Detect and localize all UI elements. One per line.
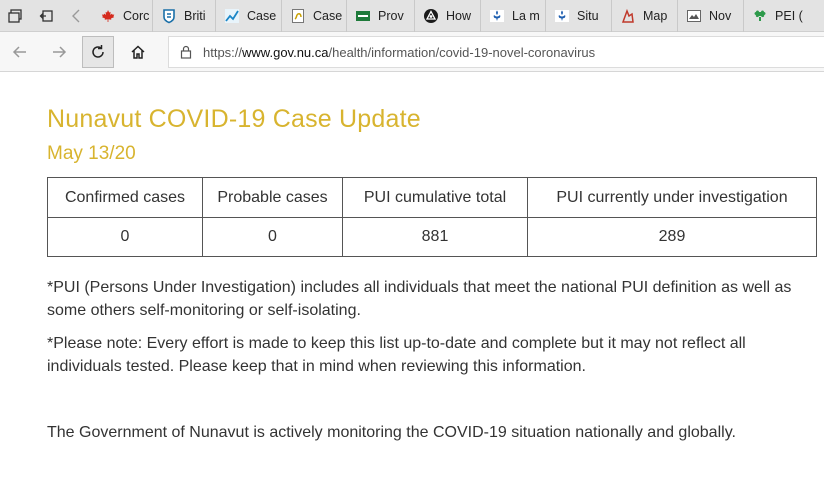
pui-definition-note: *PUI (Persons Under Investigation) inclu…: [47, 279, 792, 319]
tab-label: Map: [643, 9, 668, 23]
url-path: /health/information/covid-19-novel-coron…: [328, 44, 596, 60]
ontario-trillium-icon: [423, 8, 439, 24]
tab-7[interactable]: La m: [481, 0, 547, 32]
navigation-bar: https://www.gov.nu.ca/health/information…: [0, 32, 824, 72]
set-tabs-aside-icon[interactable]: [31, 0, 62, 32]
case-table: Confirmed cases Probable cases PUI cumul…: [47, 177, 817, 257]
green-banner-icon: [355, 8, 371, 24]
quebec-flag-icon: [554, 8, 570, 24]
tab-11[interactable]: PEI (: [744, 0, 824, 32]
cell-confirmed-cases: 0: [47, 217, 203, 257]
tab-strip: Corc Briti Case Case Prov How La m Situ …: [0, 0, 824, 32]
home-button[interactable]: [122, 36, 154, 68]
refresh-button[interactable]: [82, 36, 114, 68]
tab-label: Nov: [709, 9, 732, 23]
page-content: Nunavut COVID-19 Case Update May 13/20 C…: [47, 72, 824, 444]
address-bar[interactable]: https://www.gov.nu.ca/health/information…: [168, 36, 824, 68]
tab-1[interactable]: Corc: [92, 0, 154, 32]
scroll-tabs-left-icon[interactable]: [61, 0, 92, 32]
quebec-flag-icon: [489, 8, 505, 24]
cell-pui-current: 289: [527, 217, 817, 257]
canada-flag-icon: [100, 8, 116, 24]
image-icon: [686, 8, 702, 24]
tab-label: PEI (: [775, 9, 803, 23]
bc-shield-icon: [161, 8, 177, 24]
chart-line-icon: [224, 8, 240, 24]
back-button[interactable]: [4, 36, 36, 68]
monitoring-statement: The Government of Nunavut is actively mo…: [47, 424, 736, 441]
tab-label: La m: [512, 9, 540, 23]
map-icon: [620, 8, 636, 24]
tab-label: Situ: [577, 9, 599, 23]
tab-5[interactable]: Prov: [347, 0, 416, 32]
update-date: May 13/20: [47, 143, 136, 164]
cell-pui-cumulative-total: 881: [342, 217, 528, 257]
tab-label: Prov: [378, 9, 404, 23]
table-row: 0 0 881 289: [47, 217, 817, 257]
tab-label: Case: [313, 9, 343, 23]
url-host: www.gov.nu.ca: [242, 44, 329, 60]
pei-tree-icon: [752, 8, 768, 24]
header-pui-current: PUI currently under investigation: [527, 177, 817, 218]
tab-manager-icon[interactable]: [0, 0, 31, 32]
url-text: https://www.gov.nu.ca/health/information…: [203, 45, 595, 60]
tab-10[interactable]: Nov: [678, 0, 745, 32]
tab-6[interactable]: How: [415, 0, 482, 32]
cell-probable-cases: 0: [202, 217, 343, 257]
tab-4[interactable]: Case: [282, 0, 348, 32]
tab-label: Case: [247, 9, 277, 23]
document-icon: [290, 8, 306, 24]
forward-button[interactable]: [43, 36, 75, 68]
tab-label: How: [446, 9, 472, 23]
tab-2[interactable]: Briti: [153, 0, 217, 32]
header-pui-cumulative-total: PUI cumulative total: [342, 177, 528, 218]
page-title: Nunavut COVID-19 Case Update: [47, 105, 421, 133]
lock-icon[interactable]: [169, 45, 203, 59]
tab-label: Corc: [123, 9, 150, 23]
accuracy-note: *Please note: Every effort is made to ke…: [47, 335, 746, 375]
table-header-row: Confirmed cases Probable cases PUI cumul…: [47, 177, 817, 218]
tab-8[interactable]: Situ: [546, 0, 613, 32]
tab-3[interactable]: Case: [216, 0, 283, 32]
url-scheme: https://: [203, 44, 243, 60]
header-probable-cases: Probable cases: [202, 177, 343, 218]
header-confirmed-cases: Confirmed cases: [47, 177, 203, 218]
tab-label: Briti: [184, 9, 206, 23]
tab-9[interactable]: Map: [612, 0, 679, 32]
